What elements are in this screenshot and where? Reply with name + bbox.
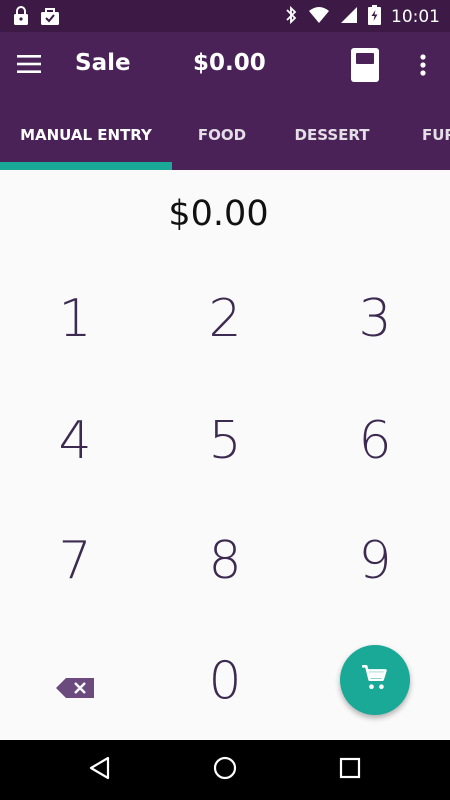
system-navigation-bar	[0, 740, 450, 800]
keypad-key-2[interactable]: 2	[150, 260, 300, 378]
status-time: 10:01	[391, 7, 440, 27]
keypad-key-4[interactable]: 4	[0, 382, 150, 500]
cart-icon	[361, 664, 389, 696]
overflow-menu-button[interactable]	[408, 48, 438, 86]
nav-home-button[interactable]	[208, 753, 242, 787]
keypad-key-9[interactable]: 9	[300, 502, 450, 620]
back-icon	[88, 756, 110, 784]
card-reader-icon	[351, 48, 379, 86]
keypad-key-8[interactable]: 8	[150, 502, 300, 620]
page-title: Sale	[75, 50, 131, 76]
keypad-key-6[interactable]: 6	[300, 382, 450, 500]
nav-back-button[interactable]	[82, 753, 116, 787]
status-bar: 10:01	[0, 0, 450, 32]
tab-manual-entry[interactable]: MANUAL ENTRY	[0, 100, 172, 170]
keypad-key-3[interactable]: 3	[300, 260, 450, 378]
app-bar: Sale $0.00	[0, 32, 450, 100]
backspace-button[interactable]	[0, 622, 150, 740]
sale-total: $0.00	[193, 50, 266, 76]
lock-icon	[12, 6, 30, 30]
backspace-icon	[56, 651, 94, 711]
signal-icon	[340, 6, 358, 28]
home-icon	[213, 756, 237, 784]
category-tabs: MANUAL ENTRY FOOD DESSERT FUR	[0, 100, 450, 170]
more-vert-icon	[420, 54, 426, 80]
keypad-key-1[interactable]: 1	[0, 260, 150, 378]
tab-fur[interactable]: FUR	[422, 100, 450, 170]
card-reader-button[interactable]	[349, 48, 381, 86]
entry-amount-display: $0.00	[168, 194, 269, 234]
shopping-bag-icon	[40, 6, 60, 30]
bluetooth-icon	[284, 5, 298, 29]
status-left-icons	[12, 6, 60, 30]
tab-dessert[interactable]: DESSERT	[272, 100, 392, 170]
battery-icon	[368, 5, 381, 29]
cart-button[interactable]	[340, 645, 410, 715]
hamburger-menu-icon	[17, 55, 41, 77]
recents-icon	[339, 757, 361, 783]
menu-button[interactable]	[14, 52, 44, 80]
keypad-key-5[interactable]: 5	[150, 382, 300, 500]
keypad-key-0[interactable]: 0	[150, 622, 300, 740]
active-tab-indicator	[0, 162, 172, 170]
wifi-icon	[308, 6, 330, 28]
manual-entry-panel: $0.00 1 2 3 4 5 6 7 8 9 0	[0, 170, 450, 740]
nav-recents-button[interactable]	[333, 753, 367, 787]
tab-food[interactable]: FOOD	[172, 100, 272, 170]
keypad-key-7[interactable]: 7	[0, 502, 150, 620]
status-right-icons: 10:01	[284, 5, 440, 29]
